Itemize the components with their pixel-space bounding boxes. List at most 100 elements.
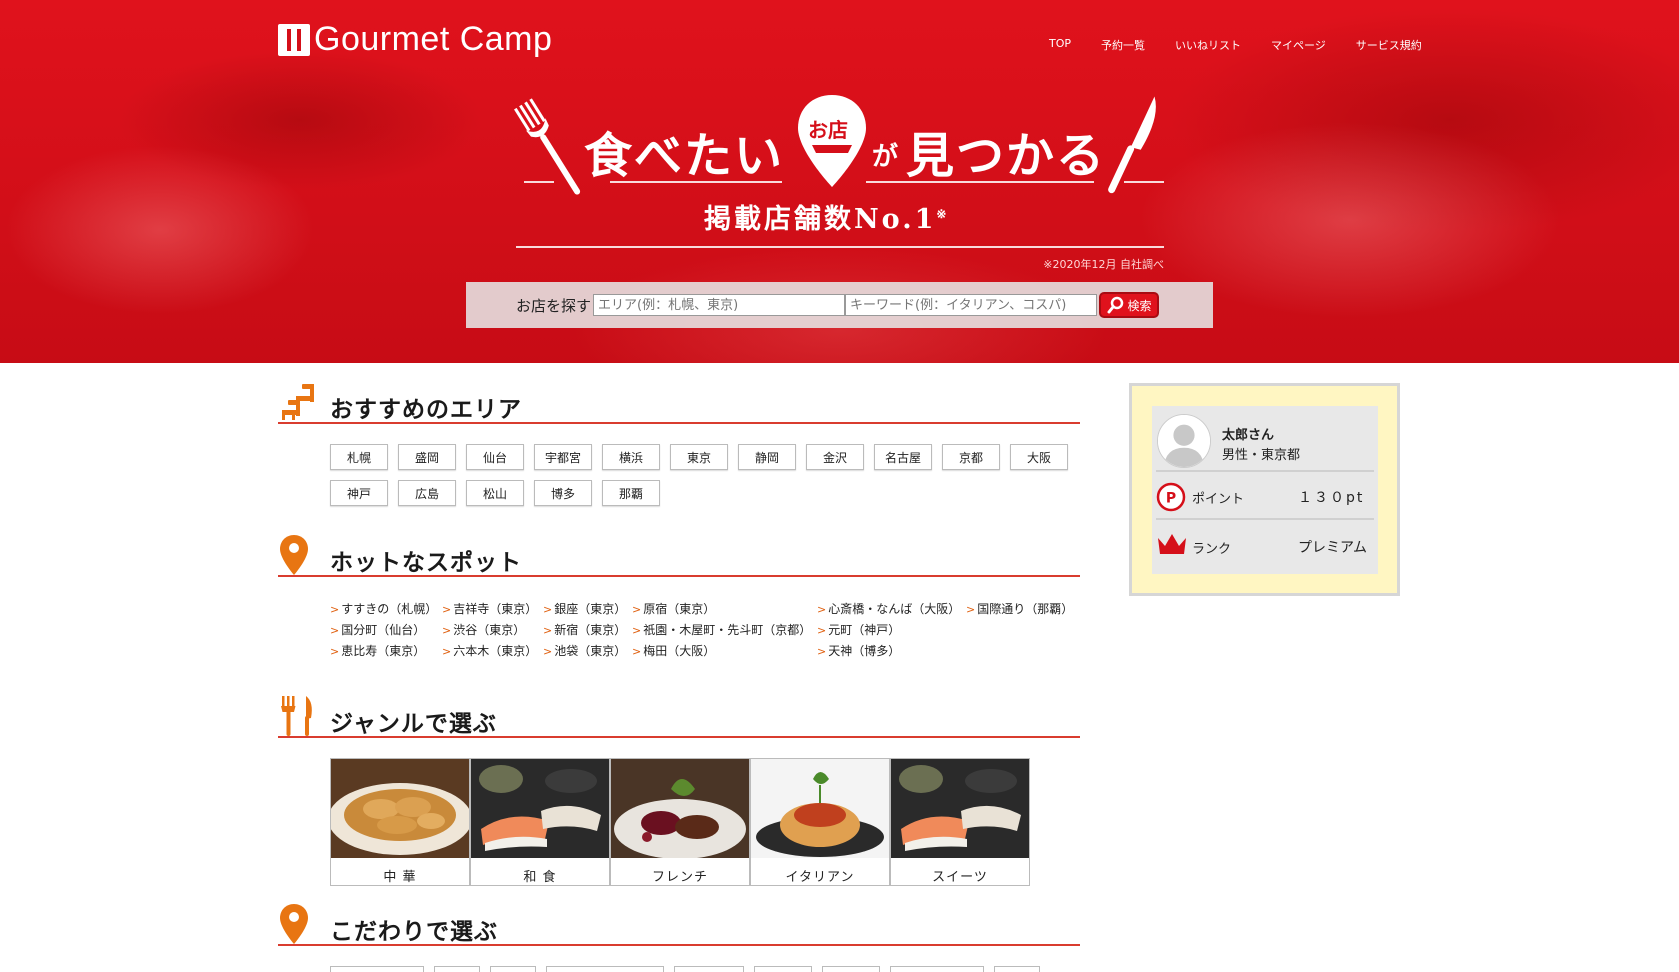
spot-link[interactable]: 新宿（東京）	[543, 621, 626, 638]
area-tag[interactable]: 神戸	[330, 480, 388, 506]
section-title: ジャンルで選ぶ	[330, 711, 497, 737]
genre-label: フレンチ	[651, 870, 708, 885]
area-tag[interactable]: 金沢	[806, 444, 864, 470]
spot-link[interactable]: すすきの（札幌）	[330, 600, 437, 617]
kodawari-tag[interactable]	[490, 966, 536, 972]
spot-link[interactable]: 祇園・木屋町・先斗町（京都）	[632, 621, 811, 638]
area-tag[interactable]: 那覇	[602, 480, 660, 506]
area-tag[interactable]: 名古屋	[874, 444, 932, 470]
sweets-image	[891, 759, 1029, 858]
nav-terms[interactable]: サービス規約	[1356, 37, 1422, 53]
avatar[interactable]	[1157, 414, 1211, 468]
spot-link[interactable]: 恵比寿（東京）	[330, 642, 425, 659]
points-icon: P	[1156, 482, 1186, 512]
user-panel: 太郎さん 男性・東京都 P ポイント １３０pt ランク プレミアム	[1129, 383, 1400, 596]
genre-card[interactable]: スイーツ	[890, 758, 1030, 886]
divider	[1156, 470, 1374, 472]
headline-line	[524, 181, 554, 183]
section-kodawari: こだわりで選ぶ	[278, 902, 1080, 946]
spot-list: すすきの（札幌） 国分町（仙台） 恵比寿（東京） 吉祥寺（東京） 渋谷（東京） …	[330, 600, 1080, 670]
headline-line	[1124, 181, 1164, 183]
section-title: おすすめのエリア	[330, 397, 522, 423]
sushi-image	[471, 759, 609, 858]
crown-icon	[1158, 534, 1186, 554]
user-card: 太郎さん 男性・東京都 P ポイント １３０pt ランク プレミアム	[1152, 406, 1378, 574]
nav-mypage[interactable]: マイページ	[1271, 37, 1326, 53]
hero-headline: 食べたい お店 が 見つかる 掲載店舗数No.1※ ※2020年12月 自社調べ	[514, 88, 1164, 271]
pin-label: お店	[808, 118, 848, 142]
spot-link[interactable]: 梅田（大阪）	[632, 642, 715, 659]
genre-label: イタリアン	[785, 870, 855, 885]
spot-link[interactable]: 心斎橋・なんば（大阪）	[817, 600, 960, 617]
genre-label: スイーツ	[932, 870, 988, 885]
area-tag[interactable]: 札幌	[330, 444, 388, 470]
section-header: ジャンルで選ぶ	[278, 694, 1080, 738]
area-tag[interactable]: 京都	[942, 444, 1000, 470]
area-tag[interactable]: 松山	[466, 480, 524, 506]
spot-link[interactable]: 原宿（東京）	[632, 600, 715, 617]
headline-line	[610, 181, 782, 183]
section-header: こだわりで選ぶ	[278, 902, 1080, 946]
section-header: ホットなスポット	[278, 533, 1080, 577]
spot-link[interactable]: 渋谷（東京）	[442, 621, 525, 638]
section-title: ホットなスポット	[330, 550, 522, 576]
area-tag[interactable]: 大阪	[1010, 444, 1068, 470]
genre-label: 中 華	[383, 870, 417, 885]
pasta-image	[751, 759, 889, 858]
kodawari-tag[interactable]	[994, 966, 1040, 972]
headline-part2: 見つかる	[906, 128, 1107, 184]
gyoza-image	[328, 759, 472, 858]
area-input[interactable]	[593, 294, 846, 316]
area-tag[interactable]: 広島	[398, 480, 456, 506]
kodawari-tag[interactable]	[674, 966, 744, 972]
rank-value: プレミアム	[1298, 540, 1368, 556]
spot-link[interactable]: 天神（博多）	[817, 642, 900, 659]
area-tag[interactable]: 盛岡	[398, 444, 456, 470]
area-tag[interactable]: 宇都宮	[534, 444, 592, 470]
spot-link[interactable]: 国際通り（那覇）	[966, 600, 1073, 617]
hero-banner: Gourmet Camp TOP 予約一覧 いいねリスト マイページ サービス規…	[0, 0, 1679, 363]
spot-link[interactable]: 吉祥寺（東京）	[442, 600, 537, 617]
genre-card[interactable]: 中 華	[328, 758, 472, 886]
section-header: おすすめのエリア	[278, 380, 1080, 424]
area-tag[interactable]: 横浜	[602, 444, 660, 470]
nav-top[interactable]: TOP	[1049, 37, 1071, 53]
kodawari-tag[interactable]	[822, 966, 880, 972]
chairs-icon	[282, 384, 314, 420]
map-pin-icon	[280, 904, 308, 944]
headline-line	[866, 181, 1094, 183]
hero-subheadline: 掲載店舗数No.1※	[704, 204, 950, 235]
search-button-label: 検索	[1127, 298, 1152, 313]
search-button[interactable]: 検索	[1099, 292, 1160, 318]
genre-card[interactable]: フレンチ	[610, 758, 750, 886]
genre-card[interactable]: 和 食	[470, 758, 610, 886]
spot-link[interactable]: 銀座（東京）	[543, 600, 626, 617]
section-title: こだわりで選ぶ	[330, 919, 498, 945]
spot-link[interactable]: 池袋（東京）	[543, 642, 626, 659]
nav-reservations[interactable]: 予約一覧	[1101, 37, 1145, 53]
area-tag[interactable]: 東京	[670, 444, 728, 470]
keyword-input[interactable]	[845, 294, 1098, 316]
kodawari-tag[interactable]	[890, 966, 984, 972]
points-value: １３０pt	[1298, 490, 1365, 506]
section-areas: おすすめのエリア 札幌 盛岡 仙台 宇都宮 横浜 東京 静岡 金沢 名古屋 京都…	[278, 380, 1080, 506]
user-info: 男性・東京都	[1222, 448, 1301, 463]
kodawari-tag[interactable]	[330, 966, 424, 972]
search-bar: お店を探す 検索	[466, 282, 1213, 328]
logo-text: Gourmet Camp	[314, 20, 553, 58]
area-tag[interactable]: 博多	[534, 480, 592, 506]
logo[interactable]: Gourmet Camp	[278, 20, 552, 59]
divider	[1156, 518, 1374, 520]
kodawari-tag[interactable]	[546, 966, 664, 972]
kodawari-tag[interactable]	[434, 966, 480, 972]
search-icon	[1107, 296, 1123, 314]
kodawari-tag[interactable]	[754, 966, 812, 972]
spot-link[interactable]: 国分町（仙台）	[330, 621, 425, 638]
nav-likes[interactable]: いいねリスト	[1175, 37, 1241, 53]
spot-link[interactable]: 元町（神戸）	[817, 621, 900, 638]
area-tag[interactable]: 静岡	[738, 444, 796, 470]
spot-link[interactable]: 六本木（東京）	[442, 642, 537, 659]
subheadline-line	[516, 246, 1164, 248]
area-tag[interactable]: 仙台	[466, 444, 524, 470]
genre-card[interactable]: イタリアン	[750, 758, 890, 886]
